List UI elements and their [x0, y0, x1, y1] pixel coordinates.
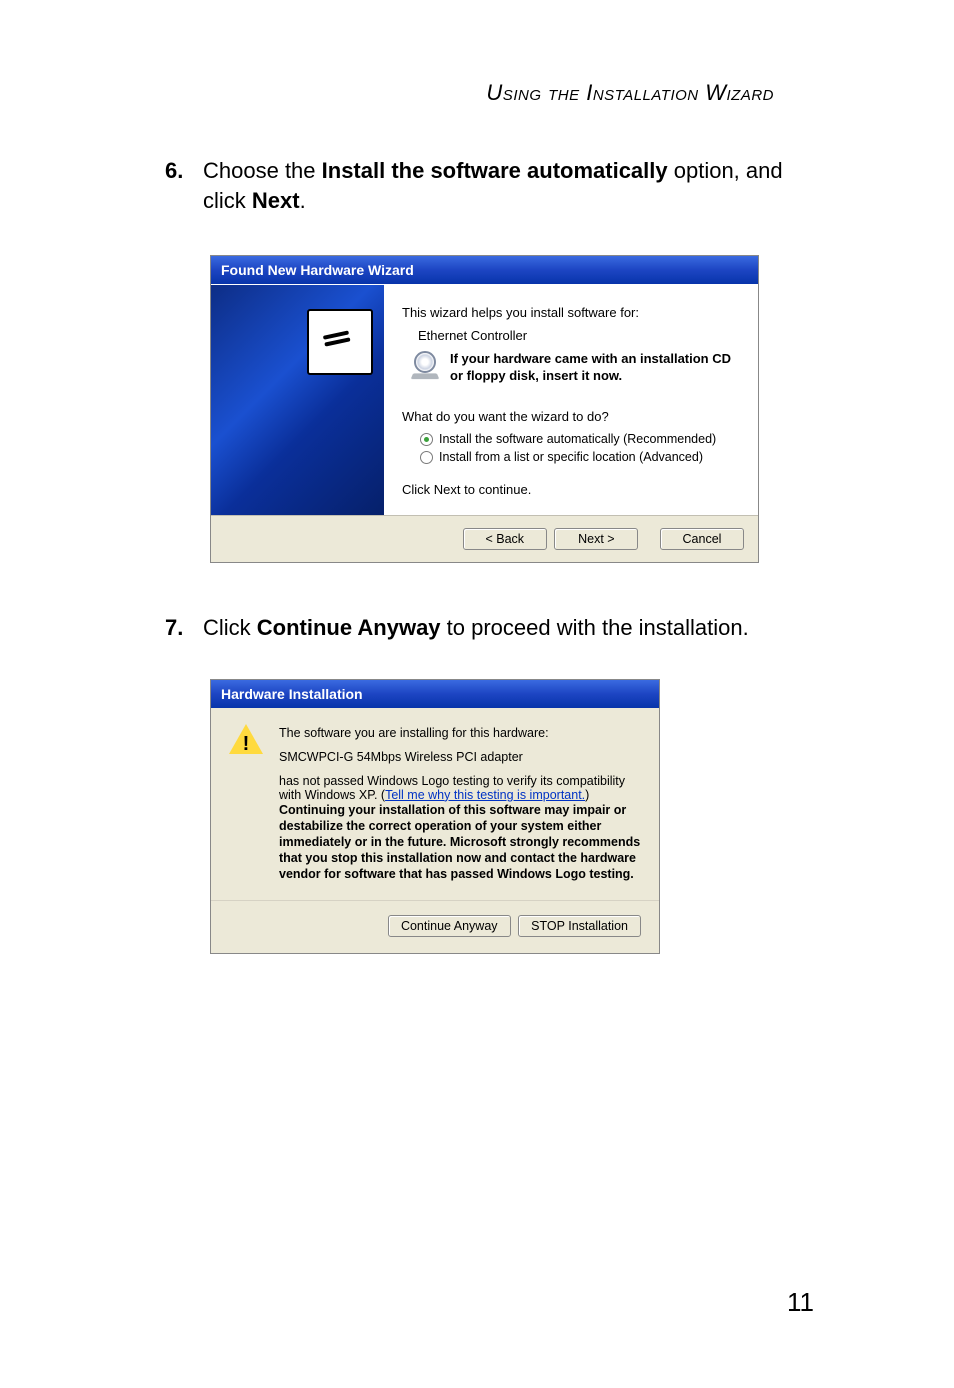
cd-icon: [412, 351, 438, 377]
wizard-sidebar-image: [211, 285, 384, 515]
radio-label: Install from a list or specific location…: [439, 450, 703, 464]
radio-icon-selected: [420, 433, 433, 446]
back-button[interactable]: < Back: [463, 528, 547, 550]
radio-install-from-list[interactable]: Install from a list or specific location…: [420, 450, 740, 464]
step-number: 7.: [165, 613, 203, 643]
click-next-text: Click Next to continue.: [402, 482, 740, 497]
device-name: SMCWPCI-G 54Mbps Wireless PCI adapter: [279, 750, 641, 764]
cd-hint: If your hardware came with an installati…: [412, 351, 740, 385]
strong-warning: Continuing your installation of this sof…: [279, 802, 641, 882]
step-text: Click Continue Anyway to proceed with th…: [203, 613, 784, 643]
logo-testing-text: has not passed Windows Logo testing to v…: [279, 774, 625, 802]
instruction-step-7: 7. Click Continue Anyway to proceed with…: [165, 613, 784, 643]
warning-text: The software you are installing for this…: [279, 726, 641, 892]
section-header: Using the Installation Wizard: [40, 80, 774, 106]
instruction-step-6: 6. Choose the Install the software autom…: [165, 156, 784, 215]
warning-icon: !: [229, 726, 263, 760]
dialog-footer: Continue Anyway STOP Installation: [211, 900, 659, 953]
next-button[interactable]: Next >: [554, 528, 638, 550]
cd-hint-text: If your hardware came with an installati…: [450, 351, 740, 385]
cancel-button[interactable]: Cancel: [660, 528, 744, 550]
wizard-intro: This wizard helps you install software f…: [402, 305, 740, 320]
radio-icon: [420, 451, 433, 464]
page-number: 11: [787, 1287, 814, 1318]
radio-label: Install the software automatically (Reco…: [439, 432, 716, 446]
radio-install-automatically[interactable]: Install the software automatically (Reco…: [420, 432, 740, 446]
device-name: Ethernet Controller: [418, 328, 740, 343]
stop-installation-button[interactable]: STOP Installation: [518, 915, 641, 937]
continue-anyway-button[interactable]: Continue Anyway: [388, 915, 511, 937]
step-number: 6.: [165, 156, 203, 215]
tell-me-why-link[interactable]: Tell me why this testing is important.: [385, 788, 585, 802]
found-new-hardware-wizard-dialog: Found New Hardware Wizard This wizard he…: [210, 255, 759, 563]
step-text: Choose the Install the software automati…: [203, 156, 784, 215]
hardware-installation-dialog: Hardware Installation ! The software you…: [210, 679, 660, 954]
wizard-content: This wizard helps you install software f…: [384, 285, 758, 515]
dialog-title: Found New Hardware Wizard: [211, 256, 758, 284]
wizard-footer: < Back Next > Cancel: [211, 515, 758, 562]
dialog-title: Hardware Installation: [211, 680, 659, 708]
wizard-question: What do you want the wizard to do?: [402, 409, 740, 424]
